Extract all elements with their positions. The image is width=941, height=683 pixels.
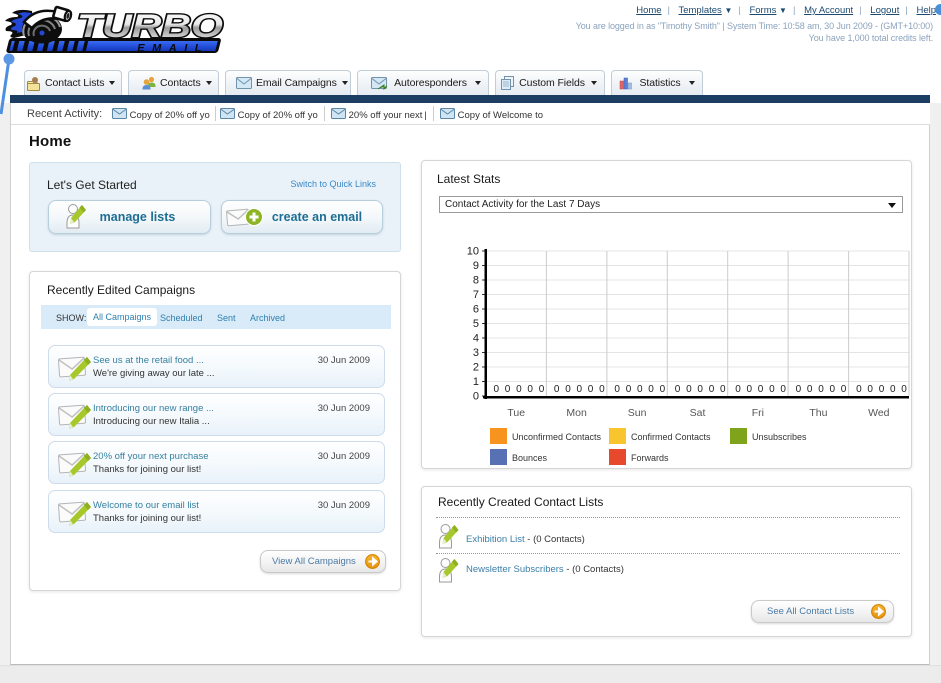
svg-text:0: 0 [720, 384, 726, 395]
svg-text:0: 0 [626, 384, 632, 395]
svg-text:0: 0 [660, 384, 666, 395]
svg-text:Fri: Fri [752, 407, 764, 419]
svg-text:3: 3 [473, 347, 479, 359]
svg-text:0: 0 [807, 384, 813, 395]
svg-text:Wed: Wed [868, 407, 890, 419]
svg-text:0: 0 [709, 384, 715, 395]
svg-text:0: 0 [565, 384, 571, 395]
svg-text:0: 0 [769, 384, 775, 395]
svg-text:TURBO: TURBO [77, 8, 223, 44]
svg-text:0: 0 [577, 384, 583, 395]
svg-text:Unconfirmed Contacts: Unconfirmed Contacts [512, 432, 602, 442]
svg-text:0: 0 [554, 384, 560, 395]
svg-text:0: 0 [473, 391, 479, 403]
svg-text:0: 0 [879, 384, 885, 395]
svg-text:10: 10 [467, 246, 479, 258]
svg-text:Sun: Sun [628, 407, 647, 419]
svg-text:Confirmed Contacts: Confirmed Contacts [631, 432, 711, 442]
svg-text:0: 0 [599, 384, 605, 395]
svg-text:0: 0 [614, 384, 620, 395]
svg-text:Bounces: Bounces [512, 453, 548, 463]
svg-text:0: 0 [747, 384, 753, 395]
svg-text:0: 0 [856, 384, 862, 395]
svg-text:0: 0 [516, 384, 522, 395]
svg-text:4: 4 [473, 333, 479, 345]
svg-text:Forwards: Forwards [631, 453, 669, 463]
svg-text:0: 0 [686, 384, 692, 395]
svg-text:0: 0 [890, 384, 896, 395]
svg-text:0: 0 [675, 384, 681, 395]
svg-text:EMAIL: EMAIL [137, 43, 209, 55]
svg-text:0: 0 [539, 384, 545, 395]
svg-text:0: 0 [588, 384, 594, 395]
svg-text:5: 5 [473, 318, 479, 330]
svg-text:0: 0 [830, 384, 836, 395]
svg-text:0: 0 [901, 384, 907, 395]
svg-text:0: 0 [796, 384, 802, 395]
svg-text:9: 9 [473, 260, 479, 272]
svg-text:0: 0 [697, 384, 703, 395]
svg-text:8: 8 [473, 275, 479, 287]
svg-text:Mon: Mon [566, 407, 587, 419]
svg-text:Tue: Tue [507, 407, 525, 419]
svg-text:1: 1 [473, 376, 479, 388]
svg-text:0: 0 [527, 384, 533, 395]
svg-text:0: 0 [867, 384, 873, 395]
svg-text:0: 0 [637, 384, 643, 395]
svg-text:0: 0 [505, 384, 511, 395]
svg-text:6: 6 [473, 304, 479, 316]
svg-text:0: 0 [841, 384, 847, 395]
svg-text:0: 0 [648, 384, 654, 395]
svg-text:0: 0 [735, 384, 741, 395]
svg-text:Thu: Thu [809, 407, 827, 419]
svg-text:0: 0 [758, 384, 764, 395]
svg-text:7: 7 [473, 289, 479, 301]
svg-text:Unsubscribes: Unsubscribes [752, 432, 807, 442]
svg-text:0: 0 [780, 384, 786, 395]
svg-text:0: 0 [494, 384, 500, 395]
svg-text:0: 0 [818, 384, 824, 395]
svg-text:Sat: Sat [690, 407, 706, 419]
svg-text:2: 2 [473, 362, 479, 374]
